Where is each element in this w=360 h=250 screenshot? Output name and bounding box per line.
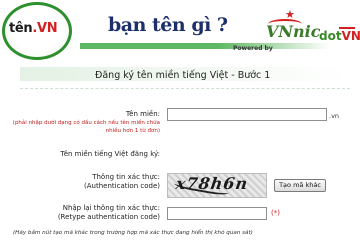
domain-input[interactable] — [167, 108, 327, 121]
dotvn-dot-text: dot — [319, 29, 342, 43]
retype-auth-label-en: (Retype authentication code) — [57, 213, 160, 221]
site-header: tên.VN bạn tên gì ? Powered by ★ VNnic d… — [0, 0, 360, 63]
domain-suffix: .vn — [329, 112, 340, 120]
captcha-image: x78h6n — [167, 173, 267, 198]
header-accent-bar — [80, 43, 330, 49]
dotvn-logo[interactable]: dotVN — [319, 29, 360, 43]
new-code-button[interactable]: Tạo mã khác — [274, 179, 326, 192]
slogan: bạn tên gì ? — [108, 14, 228, 36]
powered-by-label: Powered by — [233, 45, 273, 52]
dotvn-vn-text: VN — [341, 29, 360, 43]
retype-auth-label: Nhập lại thông tin xác thực: — [62, 204, 160, 212]
title-divider — [20, 88, 350, 89]
captcha-note: (Hãy bấm nút tạo mã khác trong trường hợ… — [13, 230, 253, 236]
vnnic-star-icon: ★ — [285, 8, 295, 21]
auth-code-label: Thông tin xác thực: — [92, 173, 160, 181]
ten-vn-logo-text: tên.VN — [9, 21, 58, 36]
required-mark: (*) — [271, 209, 280, 217]
vnnic-logo[interactable]: VNnic — [266, 22, 321, 41]
captcha-text: x78h6n — [174, 174, 250, 193]
domain-label: Tên miền: — [125, 110, 160, 118]
auth-code-label-en: (Authentication code) — [84, 182, 160, 190]
logo-ten-text: tên — [9, 21, 33, 36]
retype-auth-input[interactable] — [167, 207, 267, 220]
page-title: Đăng ký tên miền tiếng Việt - Bước 1 — [95, 70, 271, 81]
registered-domain-label: Tên miền tiếng Việt đăng ký: — [60, 150, 160, 158]
domain-hint: (phải nhập dưới dạng có dấu cách nếu tên… — [12, 120, 160, 134]
logo-vn-text: .VN — [32, 21, 58, 36]
